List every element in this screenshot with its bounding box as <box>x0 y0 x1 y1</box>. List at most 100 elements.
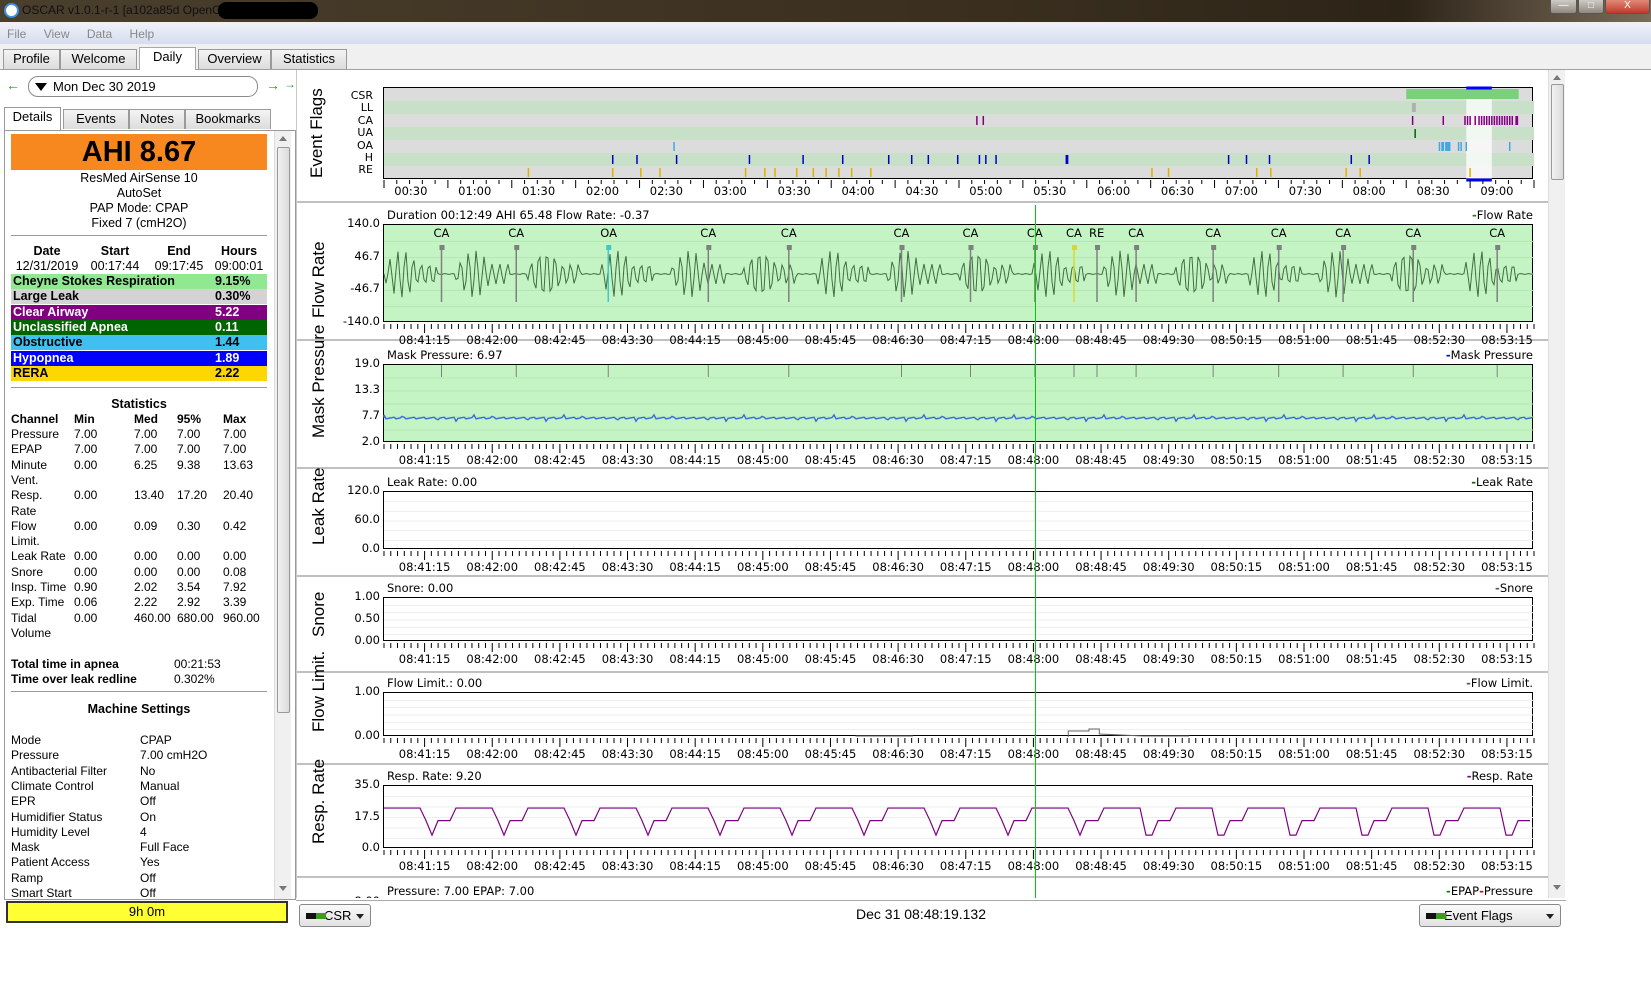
x-tick-label: 01:00 <box>458 184 492 198</box>
graph-leak: Leak Rate Leak Rate: 0.00 -Leak Rate 120.0 6… <box>297 468 1548 577</box>
menu-help[interactable]: Help <box>123 24 162 44</box>
x-tick-label: 08:45:00 <box>736 453 789 467</box>
x-tick-label: 08:41:15 <box>398 747 451 761</box>
x-tick-label: 08:44:15 <box>669 560 721 574</box>
graph-layout-combo[interactable]: Event Flags <box>1419 904 1561 927</box>
subtab-bookmarks[interactable]: Bookmarks <box>185 109 271 129</box>
x-tick-label: 08:48:45 <box>1075 859 1127 873</box>
x-tick-label: 08:45:45 <box>804 453 857 467</box>
stat-value: 680.00 <box>177 610 214 625</box>
graph-fl: Flow Limit. Flow Limit.: 0.00 -Flow Limit.… <box>297 651 1548 765</box>
details-scrollbar[interactable] <box>274 131 291 899</box>
event-name: Cheyne Stokes Respiration <box>13 274 175 288</box>
x-tick-label: 08:48:45 <box>1075 652 1127 666</box>
setting-value: Off <box>140 886 156 900</box>
scroll-up-icon[interactable] <box>1553 75 1561 80</box>
x-tick-label: 00:30 <box>394 184 428 198</box>
subtab-notes[interactable]: Notes <box>129 109 185 129</box>
menu-file[interactable]: File <box>0 24 33 44</box>
scroll-thumb[interactable] <box>1551 84 1564 180</box>
event-summary-row[interactable]: Unclassified Apnea 0.11 <box>11 319 267 335</box>
stat-value: 20.40 <box>223 488 254 503</box>
graph-mask: Mask Pressure Mask Pressure: 6.97 -Mask Pr… <box>297 325 1548 469</box>
tab-profile[interactable]: Profile <box>3 49 60 69</box>
ahi-banner: AHI 8.67 <box>11 134 267 170</box>
x-tick-label: 08:45:00 <box>736 652 789 666</box>
x-tick-label: 02:30 <box>649 184 683 198</box>
scroll-down-icon[interactable] <box>279 886 287 891</box>
close-button[interactable]: X <box>1605 0 1650 14</box>
stat-channel: Minute <box>11 457 48 472</box>
x-tick-label: 08:49:30 <box>1142 747 1195 761</box>
date-value: Mon Dec 30 2019 <box>53 79 156 94</box>
event-label: CA <box>1205 226 1222 240</box>
setting-label: Patient Access <box>11 855 90 870</box>
graph-flow: Flow Rate Duration 00:12:49 AHI 65.48 Flo… <box>297 205 1548 347</box>
x-tick-label: 04:30 <box>905 184 939 198</box>
event-summary-row[interactable]: Obstructive 1.44 <box>11 335 267 351</box>
event-name: Clear Airway <box>13 304 89 319</box>
graph-press: Pressure: 7.00 EPAP: 7.00 -EPAP-Pressure 8… <box>297 880 1548 898</box>
pap-mode: PAP Mode: CPAP <box>89 201 189 215</box>
stat-channel: Rate <box>11 503 37 518</box>
minimize-button[interactable]: — <box>1550 0 1577 14</box>
maximize-button[interactable]: □ <box>1578 0 1604 14</box>
setting-value: 7.00 cmH2O <box>140 748 208 763</box>
x-tick-label: 08:52:30 <box>1413 859 1466 873</box>
prev-day-icon[interactable]: ← <box>6 77 20 93</box>
event-summary-row[interactable]: Large Leak 0.30% <box>11 289 267 305</box>
x-tick-label: 08:42:00 <box>466 453 519 467</box>
subtab-details[interactable]: Details <box>4 107 61 130</box>
stat-value: 960.00 <box>223 610 260 625</box>
stat-value: 7.00 <box>177 442 201 457</box>
x-tick-label: 08:48:00 <box>1007 453 1060 467</box>
graphs-scrollbar[interactable] <box>1548 70 1565 898</box>
stat-header: Min <box>74 412 95 426</box>
tab-daily[interactable]: Daily <box>139 47 196 70</box>
x-tick-label: 08:51:45 <box>1345 859 1398 873</box>
x-tick-label: 08:49:30 <box>1142 859 1195 873</box>
tab-overview[interactable]: Overview <box>198 49 271 69</box>
x-tick-label: 08:45:45 <box>804 652 857 666</box>
menu-view[interactable]: View <box>37 24 77 44</box>
setting-label: Climate Control <box>11 778 94 793</box>
session-header-hours: Hours <box>220 244 258 258</box>
event-summary-row[interactable]: Clear Airway 5.22 <box>11 304 267 320</box>
stat-value: 13.40 <box>134 488 165 503</box>
scroll-up-icon[interactable] <box>279 136 287 141</box>
event-summary-row[interactable]: Hypopnea 1.89 <box>11 350 267 366</box>
stat-value: 0.09 <box>134 518 158 533</box>
event-label: CA <box>893 226 910 240</box>
x-tick-label: 08:48:00 <box>1007 652 1060 666</box>
stat-channel: Flow <box>11 518 37 533</box>
x-tick-label: 08:53:15 <box>1481 560 1533 574</box>
next-day-icon[interactable]: → <box>266 77 280 93</box>
setting-value: Full Face <box>140 840 190 855</box>
stat-value: 0.00 <box>223 549 247 564</box>
session-header-date: Date <box>33 244 61 258</box>
event-summary-row[interactable]: Cheyne Stokes Respiration 9.15% <box>11 274 267 289</box>
x-tick-label: 08:42:00 <box>466 652 519 666</box>
stat-value: 7.00 <box>134 442 158 457</box>
subtab-events[interactable]: Events <box>63 109 129 129</box>
x-tick-label: 08:53:15 <box>1481 859 1533 873</box>
setting-label: Pressure <box>11 748 60 763</box>
stat-channel: Volume <box>11 625 52 640</box>
x-tick-label: 08:42:45 <box>534 859 586 873</box>
setting-label: Mask <box>11 840 40 855</box>
x-tick-label: 08:42:45 <box>534 453 586 467</box>
event-summary-row[interactable]: RERA 2.22 <box>11 365 267 381</box>
stat-channel: Snore <box>11 564 44 579</box>
scroll-down-icon[interactable] <box>1553 885 1561 890</box>
dropdown-triangle-icon <box>35 83 47 91</box>
date-picker[interactable]: Mon Dec 30 2019 <box>28 76 258 97</box>
y-tick-label: 8.00 <box>304 894 380 898</box>
setting-label: Ramp <box>11 870 44 885</box>
tab-statistics[interactable]: Statistics <box>271 49 347 69</box>
scroll-thumb[interactable] <box>277 147 290 713</box>
menu-data[interactable]: Data <box>80 24 119 44</box>
tab-welcome[interactable]: Welcome <box>60 49 137 69</box>
x-tick-label: 08:50:15 <box>1210 652 1263 666</box>
event-name: Large Leak <box>13 289 80 304</box>
x-tick-label: 08:46:30 <box>872 859 924 873</box>
